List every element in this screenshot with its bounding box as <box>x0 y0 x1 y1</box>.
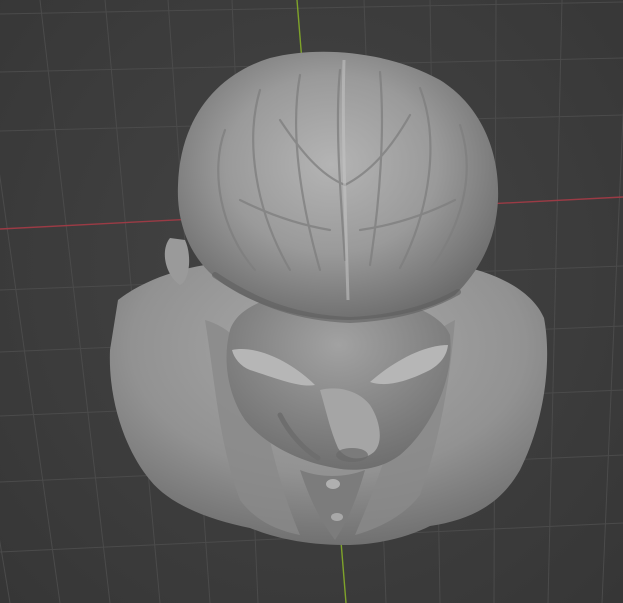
shirt-button <box>331 513 343 521</box>
shirt-button <box>326 479 340 489</box>
3d-viewport[interactable] <box>0 0 623 603</box>
sculpted-bust[interactable] <box>109 51 548 545</box>
viewport-canvas[interactable] <box>0 0 623 603</box>
nose-tip-shadow <box>336 448 368 462</box>
